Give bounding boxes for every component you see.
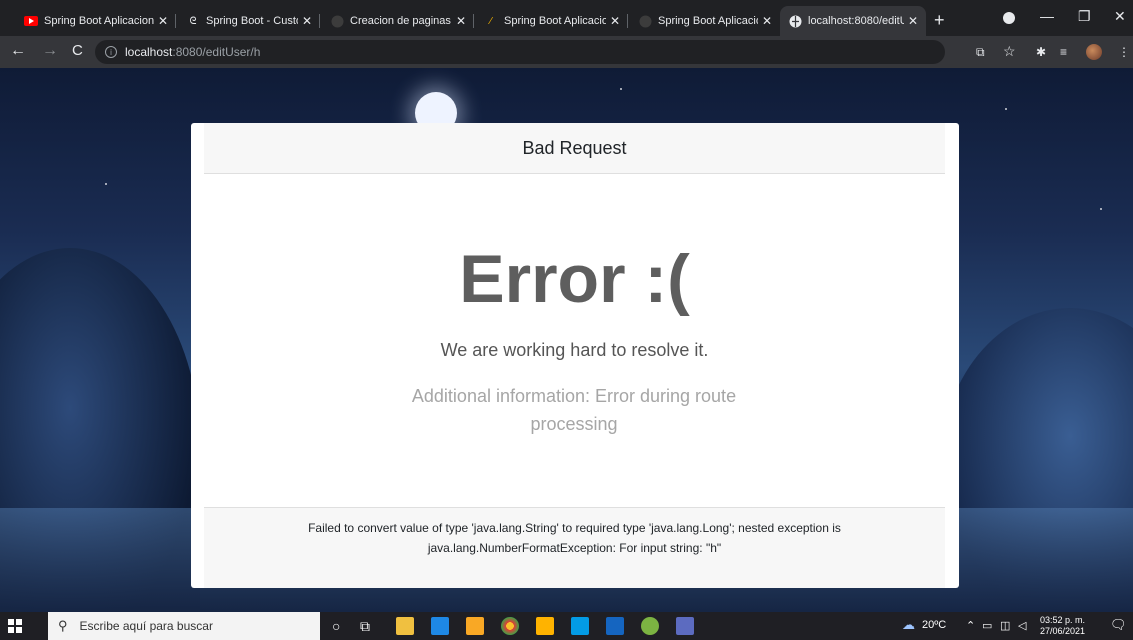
- battery-icon[interactable]: ▭: [982, 619, 992, 632]
- file-explorer-icon[interactable]: [536, 617, 554, 635]
- word-icon[interactable]: [606, 617, 624, 635]
- card-header: Bad Request: [204, 123, 945, 174]
- browser-tab[interactable]: Spring Boot Aplicacion ✕: [16, 6, 176, 36]
- tab-title: Spring Boot Aplicacion: [658, 15, 758, 27]
- spring-tools-icon[interactable]: [641, 617, 659, 635]
- close-tab-icon[interactable]: ✕: [908, 14, 918, 28]
- restore-icon[interactable]: ❐: [1078, 8, 1091, 25]
- extensions-icon[interactable]: ✱: [1036, 45, 1046, 59]
- browser-tab[interactable]: Spring Boot Aplicacion ✕: [630, 6, 780, 36]
- weather-icon[interactable]: ☁: [902, 617, 915, 633]
- site-info-icon[interactable]: i: [105, 46, 117, 58]
- profile-icon[interactable]: [1003, 12, 1015, 24]
- snipping-tool-icon[interactable]: [676, 617, 694, 635]
- tab-title: Creacion de paginas d: [350, 15, 452, 27]
- volume-icon[interactable]: ◁: [1018, 619, 1026, 632]
- close-tab-icon[interactable]: ✕: [302, 14, 312, 28]
- minimize-icon[interactable]: —: [1040, 8, 1054, 24]
- browser-toolbar: ← → C i localhost:8080/editUser/h ⧉ ☆ ✱ …: [0, 36, 1133, 68]
- card-body: Error :( We are working hard to resolve …: [204, 174, 945, 507]
- reload-icon[interactable]: C: [72, 42, 83, 60]
- new-tab-button[interactable]: +: [934, 11, 945, 29]
- address-bar[interactable]: i localhost:8080/editUser/h: [95, 40, 945, 64]
- store-icon[interactable]: [396, 617, 414, 635]
- star: [1005, 108, 1007, 110]
- browser-tab[interactable]: ᘓ Spring Boot - Custom ✕: [178, 6, 320, 36]
- close-tab-icon[interactable]: ✕: [762, 14, 772, 28]
- menu-icon[interactable]: ⋮: [1118, 45, 1130, 59]
- windows-start-icon[interactable]: [8, 619, 22, 633]
- error-details: Failed to convert value of type 'java.la…: [204, 507, 945, 588]
- browser-tab[interactable]: Creacion de paginas d ✕: [322, 6, 474, 36]
- address-url: localhost:8080/editUser/h: [125, 45, 261, 59]
- star: [620, 88, 622, 90]
- clock-date: 27/06/2021: [1040, 626, 1086, 636]
- network-icon[interactable]: ◫: [1000, 619, 1010, 632]
- github-icon: [638, 14, 652, 28]
- youtube-icon: [24, 14, 38, 28]
- clock-time: 03:52 p. m.: [1040, 615, 1086, 625]
- taskbar-search[interactable]: ⚲ Escribe aquí para buscar: [48, 612, 320, 640]
- error-title: Error :(: [459, 241, 690, 317]
- reading-list-icon[interactable]: ≡: [1060, 45, 1067, 59]
- browser-tab[interactable]: ⁄ Spring Boot Aplicacion ✕: [476, 6, 628, 36]
- taskbar: ⚲ Escribe aquí para buscar ○ ⧉ ☁ 20ºC ⌃ …: [0, 612, 1133, 640]
- task-view-icon[interactable]: ⧉: [360, 618, 370, 634]
- error-additional-info: Additional information: Error during rou…: [411, 386, 737, 434]
- forward-icon[interactable]: →: [42, 42, 58, 60]
- chrome-icon[interactable]: [501, 617, 519, 635]
- close-window-icon[interactable]: ✕: [1114, 8, 1126, 25]
- tab-title: localhost:8080/editUs: [808, 15, 904, 27]
- taskbar-search-placeholder: Escribe aquí para buscar: [79, 619, 213, 633]
- browser-tab-strip: Spring Boot Aplicacion ✕ ᘓ Spring Boot -…: [0, 0, 1133, 36]
- star: [1100, 208, 1102, 210]
- globe-icon: [788, 14, 802, 28]
- tray-chevron-icon[interactable]: ⌃: [966, 619, 975, 632]
- github-icon: [330, 14, 344, 28]
- page-viewport: Bad Request Error :( We are working hard…: [0, 68, 1133, 612]
- mail-icon[interactable]: [431, 617, 449, 635]
- close-tab-icon[interactable]: ✕: [610, 14, 620, 28]
- back-icon[interactable]: ←: [10, 42, 26, 60]
- error-subtitle: We are working hard to resolve it.: [440, 340, 709, 360]
- spring-icon: ᘓ: [189, 15, 197, 27]
- l-app-icon[interactable]: [571, 617, 589, 635]
- close-tab-icon[interactable]: ✕: [456, 14, 466, 28]
- cortana-icon[interactable]: ○: [332, 618, 340, 634]
- bookmark-star-icon[interactable]: ☆: [1003, 43, 1016, 60]
- avatar[interactable]: [1086, 44, 1102, 60]
- notifications-icon[interactable]: 🗨: [1110, 617, 1127, 633]
- tab-title: Spring Boot Aplicacion: [44, 15, 154, 27]
- browser-tab-active[interactable]: localhost:8080/editUs ✕: [780, 6, 926, 36]
- close-tab-icon[interactable]: ✕: [158, 14, 168, 28]
- bookmark-icon: ⁄: [490, 15, 492, 27]
- tab-title: Spring Boot - Custom: [206, 15, 298, 27]
- search-icon: ⚲: [58, 618, 68, 633]
- tab-title: Spring Boot Aplicacion: [504, 15, 606, 27]
- translate-icon[interactable]: ⧉: [976, 45, 985, 60]
- star: [105, 183, 107, 185]
- error-card: Bad Request Error :( We are working hard…: [191, 123, 959, 588]
- clock[interactable]: 03:52 p. m. 27/06/2021: [1040, 615, 1085, 637]
- weather-temperature[interactable]: 20ºC: [922, 619, 946, 631]
- sublime-icon[interactable]: [466, 617, 484, 635]
